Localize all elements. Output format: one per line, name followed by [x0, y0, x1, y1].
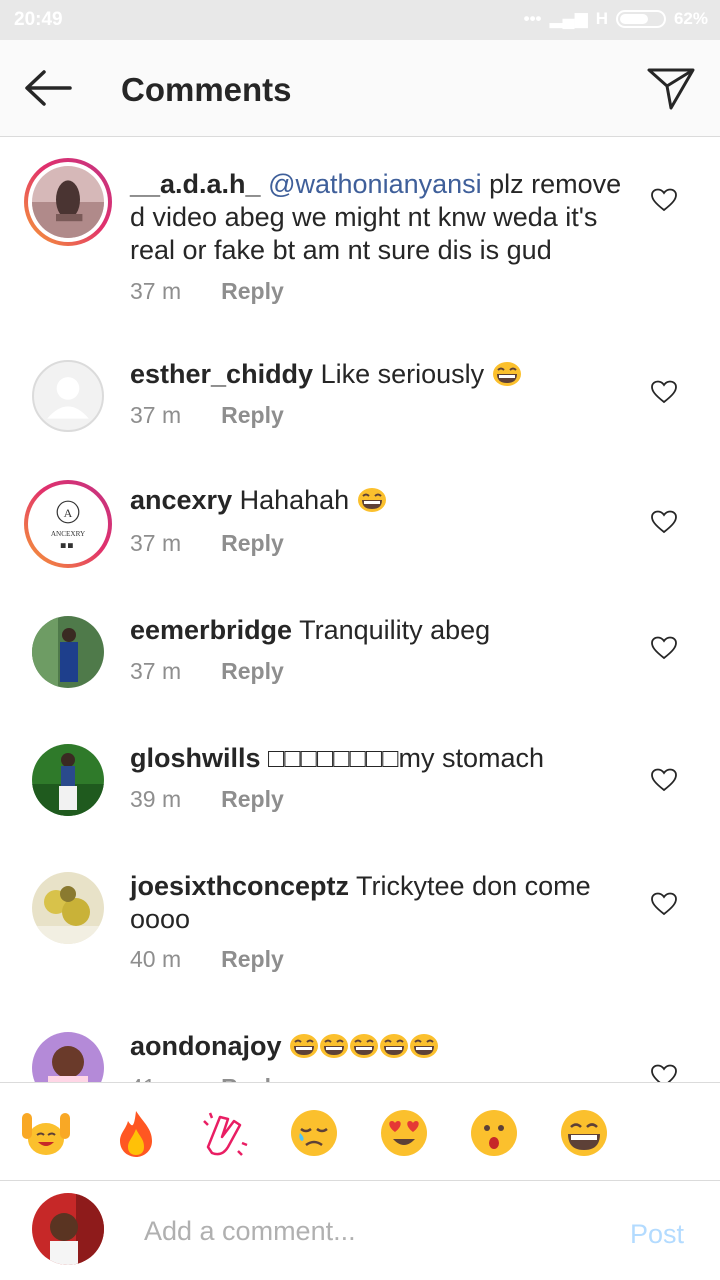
comment-username[interactable]: esther_chiddy	[130, 359, 313, 389]
avatar[interactable]	[32, 872, 104, 944]
grinning-face-emoji	[379, 1033, 409, 1059]
grinning-face-emoji	[492, 361, 522, 387]
like-heart-icon[interactable]	[651, 892, 677, 916]
reply-button[interactable]: Reply	[221, 402, 284, 429]
crying-face-emoji[interactable]	[288, 1107, 340, 1159]
comment-meta: 41 m Reply	[130, 1074, 284, 1082]
comment-meta: 37 m Reply	[130, 278, 284, 305]
comment-username[interactable]: gloshwills	[130, 743, 261, 773]
comment-item: A ANCEXRY ancexry Hahahah 37 m Reply	[0, 480, 720, 580]
comment-text: ancexry Hahahah	[130, 484, 630, 517]
signal-icon: ▂▄▆	[549, 9, 588, 28]
comment-username[interactable]: joesixthconceptz	[130, 871, 349, 901]
avatar[interactable]	[32, 616, 104, 688]
comment-text: joesixthconceptz Trickytee don come oooo	[130, 870, 630, 936]
comment-meta: 37 m Reply	[130, 530, 284, 557]
like-heart-icon[interactable]	[651, 1064, 677, 1082]
comment-username[interactable]: __a.d.a.h_	[130, 169, 261, 199]
comment-input[interactable]	[144, 1211, 604, 1251]
comment-meta: 37 m Reply	[130, 402, 284, 429]
comment-text: eemerbridge Tranquility abeg	[130, 614, 630, 647]
like-heart-icon[interactable]	[651, 768, 677, 792]
comment-text: esther_chiddy Like seriously	[130, 358, 630, 391]
comment-meta: 40 m Reply	[130, 946, 284, 973]
avatar[interactable]	[24, 158, 112, 246]
grinning-face-emoji	[409, 1033, 439, 1059]
network-type: H	[595, 9, 608, 28]
comment-item: gloshwills □□□□□□□□my stomach 39 m Reply	[0, 742, 720, 842]
post-button[interactable]: Post	[630, 1219, 684, 1250]
comment-item: esther_chiddy Like seriously 37 m Reply	[0, 358, 720, 458]
avatar[interactable]: A ANCEXRY	[24, 480, 112, 568]
clapping-hands-emoji[interactable]	[198, 1107, 250, 1159]
grinning-face-emoji[interactable]	[558, 1107, 610, 1159]
like-heart-icon[interactable]	[651, 380, 677, 404]
reply-button[interactable]: Reply	[221, 786, 284, 813]
reply-button[interactable]: Reply	[221, 278, 284, 305]
comment-time: 37 m	[130, 530, 182, 556]
reply-button[interactable]: Reply	[221, 530, 284, 557]
avatar[interactable]	[32, 360, 104, 432]
comment-input-bar: Post	[0, 1180, 720, 1280]
like-heart-icon[interactable]	[651, 188, 677, 212]
comment-meta: 37 m Reply	[130, 658, 284, 685]
raising-hands-emoji[interactable]	[20, 1107, 72, 1159]
comment-item: aondonajoy 41 m Reply	[0, 1030, 720, 1082]
svg-text:A: A	[64, 506, 73, 520]
status-time: 20:49	[14, 9, 63, 30]
comment-time: 37 m	[130, 278, 182, 304]
heart-eyes-emoji[interactable]	[378, 1107, 430, 1159]
comment-item: __a.d.a.h_ @wathonianyansi plz remove d …	[0, 158, 720, 328]
comment-body: Tranquility abeg	[292, 615, 491, 645]
comment-body: Like seriously	[313, 359, 485, 389]
grinning-face-emoji	[289, 1033, 319, 1059]
avatar[interactable]	[32, 744, 104, 816]
avatar-logo-text: ANCEXRY	[51, 530, 86, 538]
my-avatar	[32, 1193, 104, 1265]
surprised-face-emoji[interactable]	[468, 1107, 520, 1159]
comment-username[interactable]: aondonajoy	[130, 1031, 282, 1061]
back-arrow-icon[interactable]	[22, 67, 74, 109]
comment-body: □□□□□□□□my stomach	[260, 743, 545, 773]
reply-button[interactable]: Reply	[221, 658, 284, 685]
comment-time: 37 m	[130, 402, 182, 428]
avatar[interactable]	[32, 1032, 104, 1082]
comment-time: 41 m	[130, 1074, 181, 1082]
reply-button[interactable]: Reply	[221, 946, 284, 973]
fire-emoji[interactable]	[110, 1107, 162, 1159]
comment-text: aondonajoy	[130, 1030, 630, 1063]
comment-item: joesixthconceptz Trickytee don come oooo…	[0, 870, 720, 1010]
comment-text: __a.d.a.h_ @wathonianyansi plz remove d …	[130, 168, 630, 267]
comment-meta: 39 m Reply	[130, 786, 284, 813]
battery-level: 62%	[673, 9, 708, 28]
page-title: Comments	[121, 71, 292, 108]
emoji-quick-bar	[0, 1082, 720, 1179]
grinning-face-emoji	[357, 487, 387, 513]
grinning-face-emoji	[349, 1033, 379, 1059]
status-icons: ••• ▂▄▆ H 62%	[524, 9, 708, 29]
battery-icon	[615, 10, 666, 28]
grinning-face-emoji	[319, 1033, 349, 1059]
comment-time: 37 m	[130, 658, 182, 684]
notification-dots-icon: •••	[523, 9, 542, 28]
comment-time: 39 m	[130, 786, 182, 812]
comment-username[interactable]: ancexry	[130, 485, 232, 515]
comment-time: 40 m	[130, 946, 182, 972]
reply-button[interactable]: Reply	[221, 1074, 284, 1082]
like-heart-icon[interactable]	[651, 636, 677, 660]
comment-body: Hahahah	[232, 485, 350, 515]
comment-list[interactable]: __a.d.a.h_ @wathonianyansi plz remove d …	[0, 138, 720, 1082]
comment-username[interactable]: eemerbridge	[130, 615, 292, 645]
comment-mention[interactable]: @wathonianyansi	[268, 169, 482, 199]
comment-item: eemerbridge Tranquility abeg 37 m Reply	[0, 614, 720, 714]
direct-message-icon[interactable]	[645, 65, 697, 111]
status-bar: 20:49 ••• ▂▄▆ H 62%	[0, 0, 720, 40]
like-heart-icon[interactable]	[651, 510, 677, 534]
top-bar: Comments	[0, 40, 720, 137]
comment-text: gloshwills □□□□□□□□my stomach	[130, 742, 630, 775]
